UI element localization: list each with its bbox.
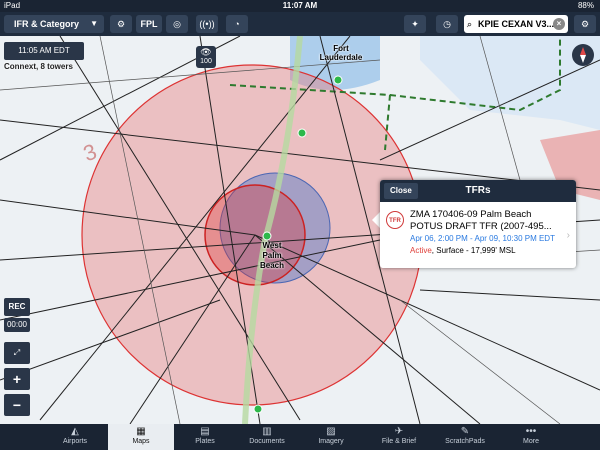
layer-selector-button[interactable]: IFR & Category ▼ [4, 15, 104, 33]
tfr-date-range: Apr 06, 2:00 PM - Apr 09, 10:30 PM EDT [410, 234, 555, 243]
airport-icon: ◭ [71, 426, 79, 437]
tab-label: Plates [195, 438, 215, 445]
globe-icon: ◎ [173, 19, 181, 29]
route-icon: ⤢ [13, 348, 21, 357]
chevron-down-icon: ▼ [90, 19, 98, 28]
record-button[interactable]: REC [4, 298, 30, 316]
timer-button[interactable]: ◷ [436, 15, 458, 33]
battery-label: 88% [577, 1, 594, 10]
gear-icon: ⚙ [580, 19, 590, 29]
search-icon: ⌕ [467, 19, 473, 29]
visibility-count: 100 [200, 58, 212, 65]
tab-label: Imagery [318, 438, 344, 445]
map-icon: ▦ [136, 426, 146, 437]
tfr-status-line: Active, Surface - 17,999' MSL [410, 246, 516, 255]
connext-button[interactable]: ((•)) [196, 15, 218, 33]
tab-maps[interactable]: ▦ Maps [108, 424, 174, 450]
map-options-button[interactable]: ⚙ [574, 15, 596, 33]
tab-label: Documents [249, 438, 285, 445]
gauge-button[interactable]: ◔ [226, 15, 248, 33]
tab-label: Airports [62, 438, 88, 445]
clear-icon[interactable]: × [553, 18, 565, 30]
zoom-out-button[interactable]: − [4, 394, 30, 416]
tab-label: File & Brief [381, 438, 417, 445]
map-settings-button[interactable]: ✦ [404, 15, 426, 33]
zoom-in-button[interactable]: + [4, 368, 30, 390]
route-tool-button[interactable]: ⤢ [4, 342, 30, 364]
compass-button[interactable] [572, 44, 594, 66]
signal-icon: ((•)) [199, 19, 215, 29]
scratchpad-icon: ✎ [460, 426, 470, 437]
airport-marker[interactable] [253, 404, 263, 414]
tab-documents[interactable]: ▥ Documents [234, 424, 300, 450]
record-timer: 00:00 [4, 318, 30, 332]
chevron-right-icon: › [566, 230, 570, 241]
map-time-label: 11:05 AM EDT [4, 42, 84, 60]
gauge-icon: ◔ [234, 19, 240, 29]
tab-more[interactable]: ••• More [498, 424, 564, 450]
clock-icon: ◷ [443, 19, 451, 29]
procedure-button[interactable]: ◎ [166, 15, 188, 33]
connection-status: Connext, 8 towers [4, 62, 73, 71]
sparkle-icon: ✦ [411, 19, 419, 29]
tab-plates[interactable]: ▤ Plates [172, 424, 238, 450]
tfr-popup: TFRs Close TFR ZMA 170406-09 Palm Beach … [380, 180, 576, 268]
clock: 11:07 AM [282, 1, 318, 10]
visibility-button[interactable]: 👁 100 [196, 46, 216, 68]
more-icon: ••• [525, 426, 537, 437]
compass-icon [580, 47, 586, 63]
tfr-name: ZMA 170406-09 Palm Beach POTUS DRAFT TFR… [410, 209, 552, 232]
tab-file-brief[interactable]: ✈ File & Brief [366, 424, 432, 450]
tab-scratchpads[interactable]: ✎ ScratchPads [432, 424, 498, 450]
airport-marker[interactable] [297, 128, 307, 138]
tab-label: Maps [132, 438, 150, 445]
settings-button[interactable]: ⚙ [110, 15, 132, 33]
airport-marker[interactable] [262, 231, 272, 241]
eye-icon: 👁 [200, 47, 212, 57]
imagery-icon: ▨ [326, 426, 336, 437]
tfr-status: Active [410, 246, 432, 255]
bottom-tab-bar: ◭ Airports ▦ Maps ▤ Plates ▥ Documents ▨… [0, 424, 600, 450]
gear-icon: ⚙ [116, 19, 126, 29]
tfr-badge-icon: TFR [386, 211, 404, 229]
airport-marker[interactable] [333, 75, 343, 85]
fpl-button[interactable]: FPL [136, 15, 162, 33]
layer-selector-label: IFR & Category [14, 19, 80, 29]
close-button[interactable]: Close [384, 183, 418, 199]
tab-label: ScratchPads [445, 438, 485, 445]
city-label-west-palm-beach: West Palm Beach [259, 241, 284, 270]
tfr-popup-header: TFRs Close [380, 180, 576, 202]
tfr-list-item[interactable]: TFR ZMA 170406-09 Palm Beach POTUS DRAFT… [380, 206, 576, 264]
tab-airports[interactable]: ◭ Airports [42, 424, 108, 450]
route-search-input[interactable]: ⌕ KPIE CEXAN V3... × [464, 15, 568, 33]
tfr-altitude: , Surface - 17,999' MSL [431, 246, 516, 255]
route-search-value: KPIE CEXAN V3... [478, 19, 555, 29]
tab-imagery[interactable]: ▨ Imagery [298, 424, 364, 450]
documents-icon: ▥ [262, 426, 272, 437]
city-label-fort-lauderdale: Fort Lauderdale [319, 44, 363, 62]
status-bar: iPad 11:07 AM 88% [0, 0, 600, 12]
plates-icon: ▤ [200, 426, 210, 437]
top-toolbar: IFR & Category ▼ ⚙ FPL ◎ ((•)) ◔ ✦ ◷ ⌕ K… [0, 12, 600, 36]
tab-label: More [523, 438, 539, 445]
file-brief-icon: ✈ [394, 426, 404, 437]
